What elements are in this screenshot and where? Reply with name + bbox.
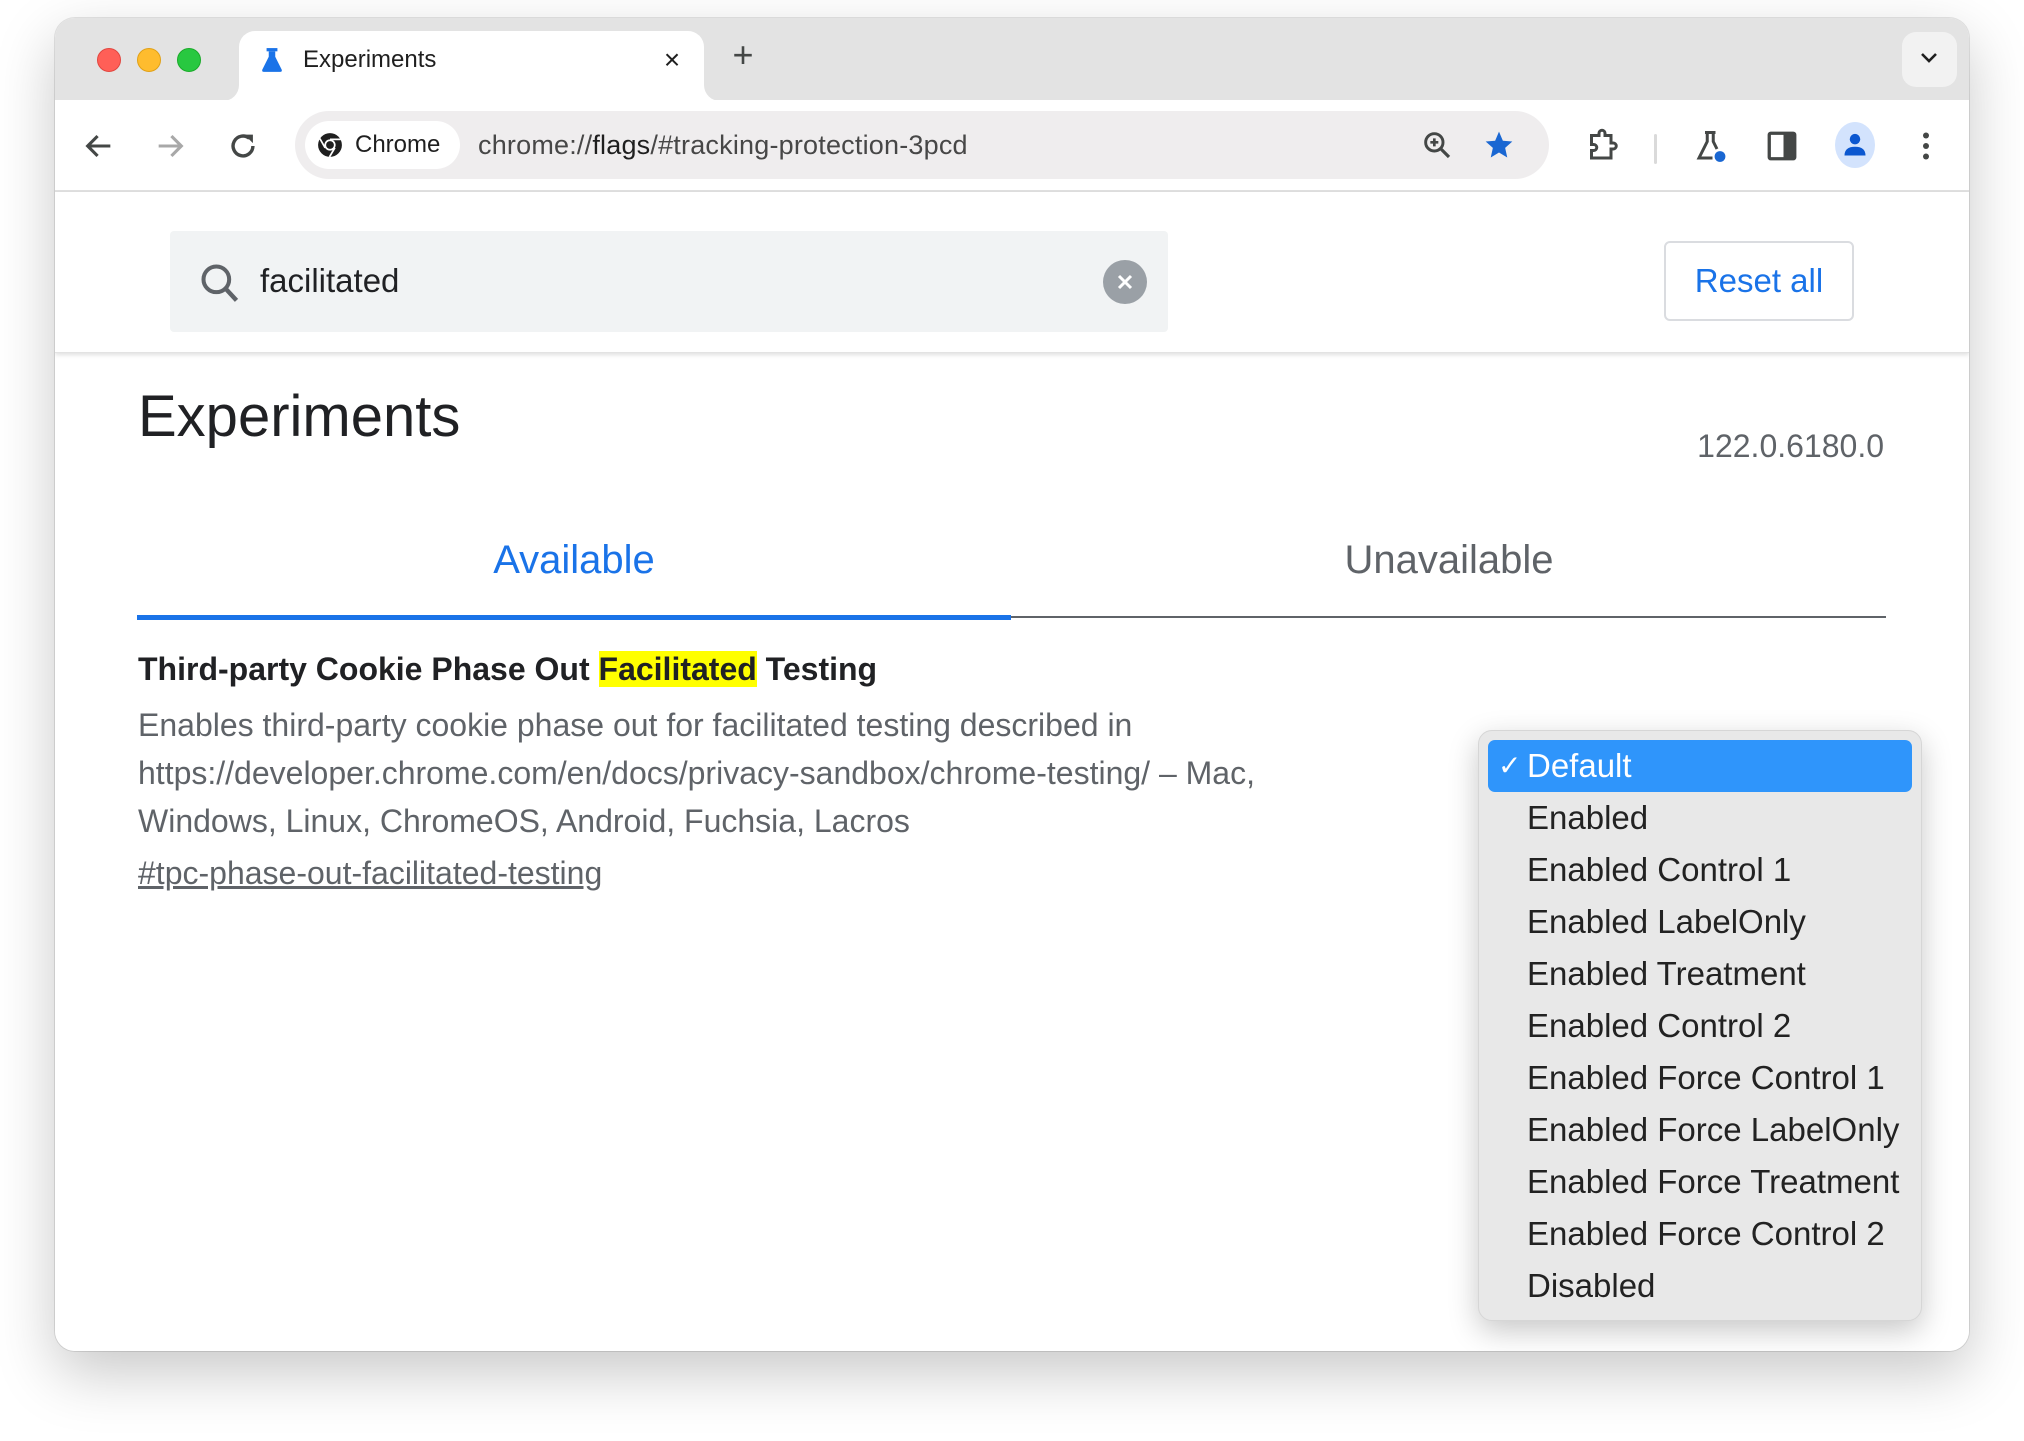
dropdown-option-label: Enabled Force Treatment [1527, 1163, 1900, 1200]
reload-icon[interactable] [226, 129, 260, 163]
page-title: Experiments [138, 384, 461, 449]
browser-window: Experiments × + Chrome chrome://flags/#t… [55, 18, 1969, 1351]
zoom-icon[interactable] [1421, 129, 1453, 161]
experiment-title-text: Testing [756, 651, 878, 687]
dropdown-option[interactable]: Disabled [1488, 1260, 1912, 1312]
dropdown-option-label: Enabled [1527, 799, 1649, 836]
search-icon [201, 264, 239, 302]
tab-close-icon[interactable]: × [657, 45, 687, 75]
maximize-window-button[interactable] [177, 48, 201, 72]
dropdown-option-label: Enabled LabelOnly [1527, 903, 1806, 940]
dropdown-option[interactable]: Enabled Force Control 1 [1488, 1052, 1912, 1104]
back-icon[interactable] [82, 129, 116, 163]
tab-available[interactable]: Available [137, 512, 1011, 620]
search-match-highlight: Facilitated [598, 651, 757, 687]
tab-search-button[interactable] [1902, 32, 1957, 87]
search-header: Reset all [55, 192, 1969, 353]
profile-avatar-icon [1844, 133, 1866, 156]
search-box[interactable] [170, 231, 1168, 332]
dropdown-option[interactable]: Enabled LabelOnly [1488, 896, 1912, 948]
minimize-window-button[interactable] [137, 48, 161, 72]
extensions-icon[interactable] [1584, 128, 1620, 164]
dropdown-option-label: Enabled Force LabelOnly [1527, 1111, 1900, 1148]
close-window-button[interactable] [97, 48, 121, 72]
profile-avatar[interactable] [1835, 122, 1875, 168]
dropdown-option-label: Enabled Control 1 [1527, 851, 1792, 888]
url-host: flags [592, 130, 651, 160]
dropdown-option[interactable]: Enabled Control 2 [1488, 1000, 1912, 1052]
address-bar[interactable]: Chrome chrome://flags/#tracking-protecti… [295, 111, 1549, 179]
dropdown-option[interactable]: Enabled Force LabelOnly [1488, 1104, 1912, 1156]
experiment-title: Third-party Cookie Phase Out Facilitated… [138, 647, 1438, 691]
site-info-chip[interactable]: Chrome [305, 121, 460, 169]
version-number: 122.0.6180.0 [1697, 428, 1884, 464]
forward-icon[interactable] [153, 129, 187, 163]
bookmark-star-icon[interactable] [1483, 129, 1515, 161]
clear-search-button[interactable] [1103, 260, 1147, 304]
experiment-item: Third-party Cookie Phase Out Facilitated… [138, 647, 1438, 895]
toolbar-divider [1654, 134, 1657, 164]
dropdown-option[interactable]: ✓ Default [1488, 740, 1912, 792]
toolbar: Chrome chrome://flags/#tracking-protecti… [55, 100, 1969, 192]
dropdown-option[interactable]: Enabled Force Control 2 [1488, 1208, 1912, 1260]
dropdown-option[interactable]: Enabled Treatment [1488, 948, 1912, 1000]
dropdown-option[interactable]: Enabled Control 1 [1488, 844, 1912, 896]
reset-all-button[interactable]: Reset all [1664, 241, 1854, 321]
tab-experiments[interactable]: Experiments × [239, 31, 704, 101]
flask-icon [262, 48, 282, 72]
tab-title: Experiments [303, 46, 437, 73]
menu-icon[interactable] [1908, 128, 1944, 164]
flag-state-dropdown[interactable]: ✓ Default Enabled Enabled Control 1 Enabled … [1478, 730, 1922, 1321]
experiment-permalink[interactable]: #tpc-phase-out-facilitated-testing [138, 851, 602, 895]
dropdown-option-label: Enabled Force Control 1 [1527, 1059, 1885, 1096]
url-scheme: chrome:// [478, 130, 593, 160]
url-path: /#tracking-protection-3pcd [650, 130, 968, 160]
experiment-description: Enables third-party cookie phase out for… [138, 707, 1255, 839]
dropdown-option[interactable]: Enabled [1488, 792, 1912, 844]
flags-page: Reset all Experiments 122.0.6180.0 Avail… [55, 192, 1969, 1351]
checkmark-icon: ✓ [1498, 750, 1522, 781]
dropdown-option-label: Enabled Control 2 [1527, 1007, 1792, 1044]
experiment-title-text: Third-party Cookie Phase Out [138, 651, 599, 687]
dropdown-option-label: Disabled [1527, 1267, 1656, 1304]
tab-unavailable[interactable]: Unavailable [1012, 512, 1886, 618]
dropdown-option[interactable]: Enabled Force Treatment [1488, 1156, 1912, 1208]
dropdown-option-label: Enabled Treatment [1527, 955, 1806, 992]
side-panel-icon[interactable] [1764, 128, 1800, 164]
new-tab-button[interactable]: + [727, 37, 759, 73]
url-text[interactable]: chrome://flags/#tracking-protection-3pcd [478, 130, 968, 160]
chrome-logo-icon [318, 133, 342, 158]
tab-strip: Experiments × + [55, 18, 1969, 101]
flag-tabs: Available Unavailable [137, 512, 1886, 620]
dropdown-option-label: Default [1527, 747, 1632, 784]
chip-label: Chrome [355, 131, 441, 158]
chevron-down-icon [1921, 53, 1937, 63]
search-input[interactable] [260, 259, 1080, 303]
dropdown-option-label: Enabled Force Control 2 [1527, 1215, 1885, 1252]
labs-icon[interactable] [1693, 128, 1729, 164]
close-icon [1117, 274, 1133, 290]
